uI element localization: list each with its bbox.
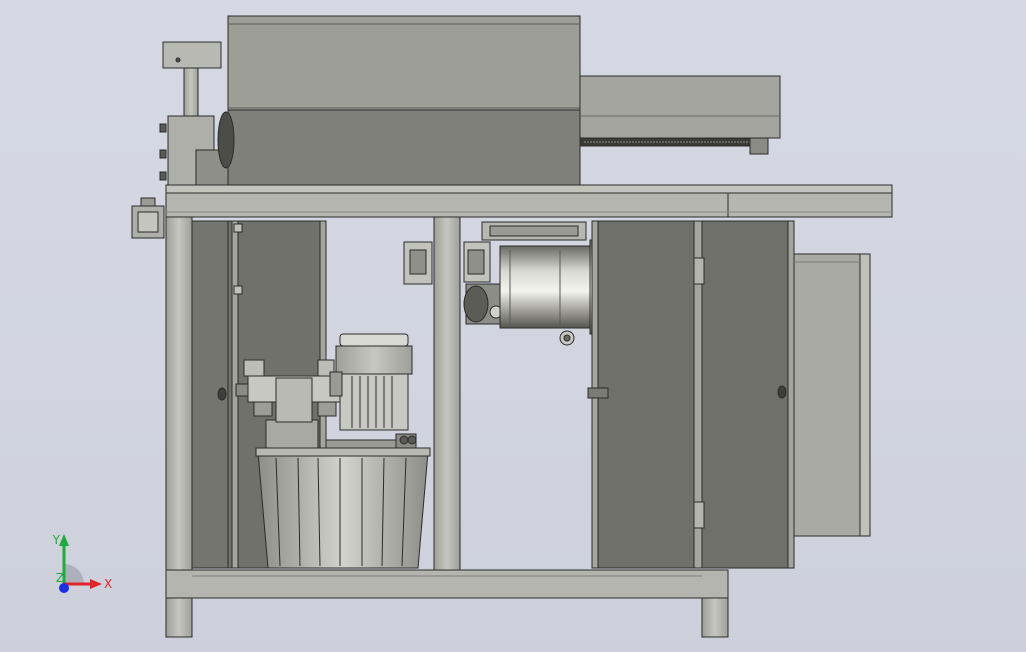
machine-side-view: Y X Z [52, 15, 893, 638]
extension-duct [579, 75, 781, 155]
emergency-button [131, 197, 165, 239]
table-top [165, 184, 893, 218]
z-axis-label: Z [56, 571, 64, 585]
axis-triad: Y X Z [52, 533, 112, 593]
top-housing [227, 15, 581, 187]
top-left-bracket [159, 41, 235, 187]
electrical-cabinet [793, 253, 871, 537]
right-door-panels [587, 220, 795, 569]
x-axis-label: X [104, 577, 112, 591]
y-axis-label: Y [52, 533, 61, 547]
cad-viewport[interactable]: Y X Z [0, 0, 1026, 652]
